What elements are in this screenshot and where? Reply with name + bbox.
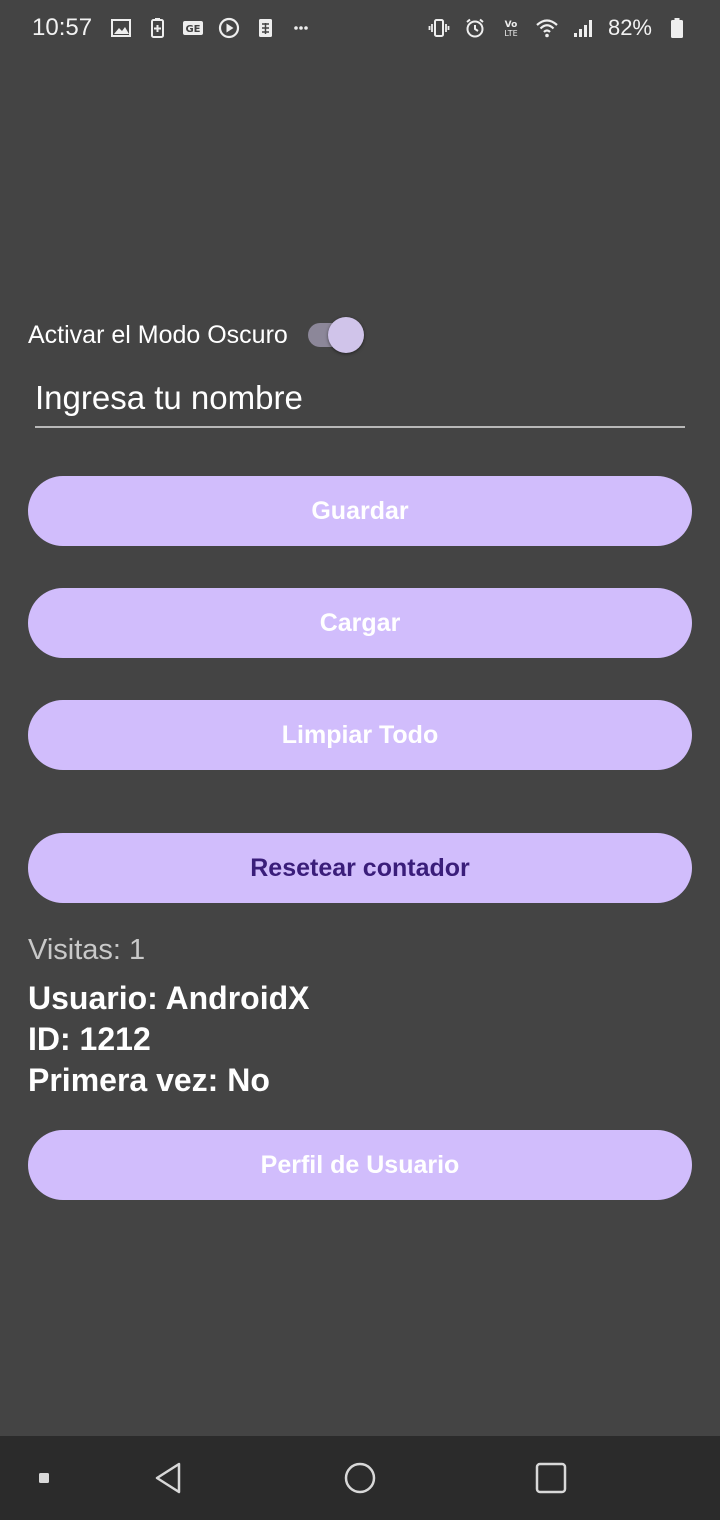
status-bar: 10:57 GE Vo LTE 82% (0, 0, 720, 56)
navigation-bar (0, 1436, 720, 1520)
home-icon[interactable] (340, 1458, 380, 1498)
wifi-icon (536, 17, 558, 39)
sim-icon (254, 17, 276, 39)
svg-text:LTE: LTE (504, 29, 517, 38)
vibrate-icon (428, 17, 450, 39)
name-input[interactable] (35, 370, 685, 426)
back-icon[interactable] (148, 1458, 188, 1498)
image-icon (110, 17, 132, 39)
visits-count: Visitas: 1 (28, 934, 146, 966)
switch-thumb (327, 317, 364, 353)
volte-icon: Vo LTE (500, 17, 522, 39)
dark-mode-switch[interactable] (306, 314, 364, 356)
save-button[interactable]: Guardar (28, 476, 692, 546)
more-icon (290, 17, 312, 39)
svg-text:GE: GE (186, 24, 201, 35)
alarm-icon (464, 17, 486, 39)
clear-all-button[interactable]: Limpiar Todo (28, 700, 692, 770)
play-icon (218, 17, 240, 39)
dark-mode-row: Activar el Modo Oscuro (28, 314, 364, 356)
user-profile-button[interactable]: Perfil de Usuario (28, 1130, 692, 1200)
dark-mode-label: Activar el Modo Oscuro (28, 320, 288, 349)
status-right: Vo LTE 82% (428, 15, 688, 41)
menu-dot-icon[interactable] (24, 1458, 64, 1498)
battery-icon (666, 17, 688, 39)
user-name: Usuario: AndroidX (28, 980, 310, 1016)
name-field-container (35, 370, 685, 428)
load-button[interactable]: Cargar (28, 588, 692, 658)
first-time-status: Primera vez: No (28, 1062, 270, 1098)
signal-icon (572, 17, 594, 39)
status-left: 10:57 GE (32, 14, 312, 42)
battery-saver-icon (146, 17, 168, 39)
recents-icon[interactable] (531, 1458, 571, 1498)
status-time: 10:57 (32, 14, 93, 41)
ge-icon: GE (182, 17, 204, 39)
user-id: ID: 1212 (28, 1021, 151, 1057)
battery-percent: 82% (607, 15, 652, 40)
reset-counter-button[interactable]: Resetear contador (28, 833, 692, 903)
